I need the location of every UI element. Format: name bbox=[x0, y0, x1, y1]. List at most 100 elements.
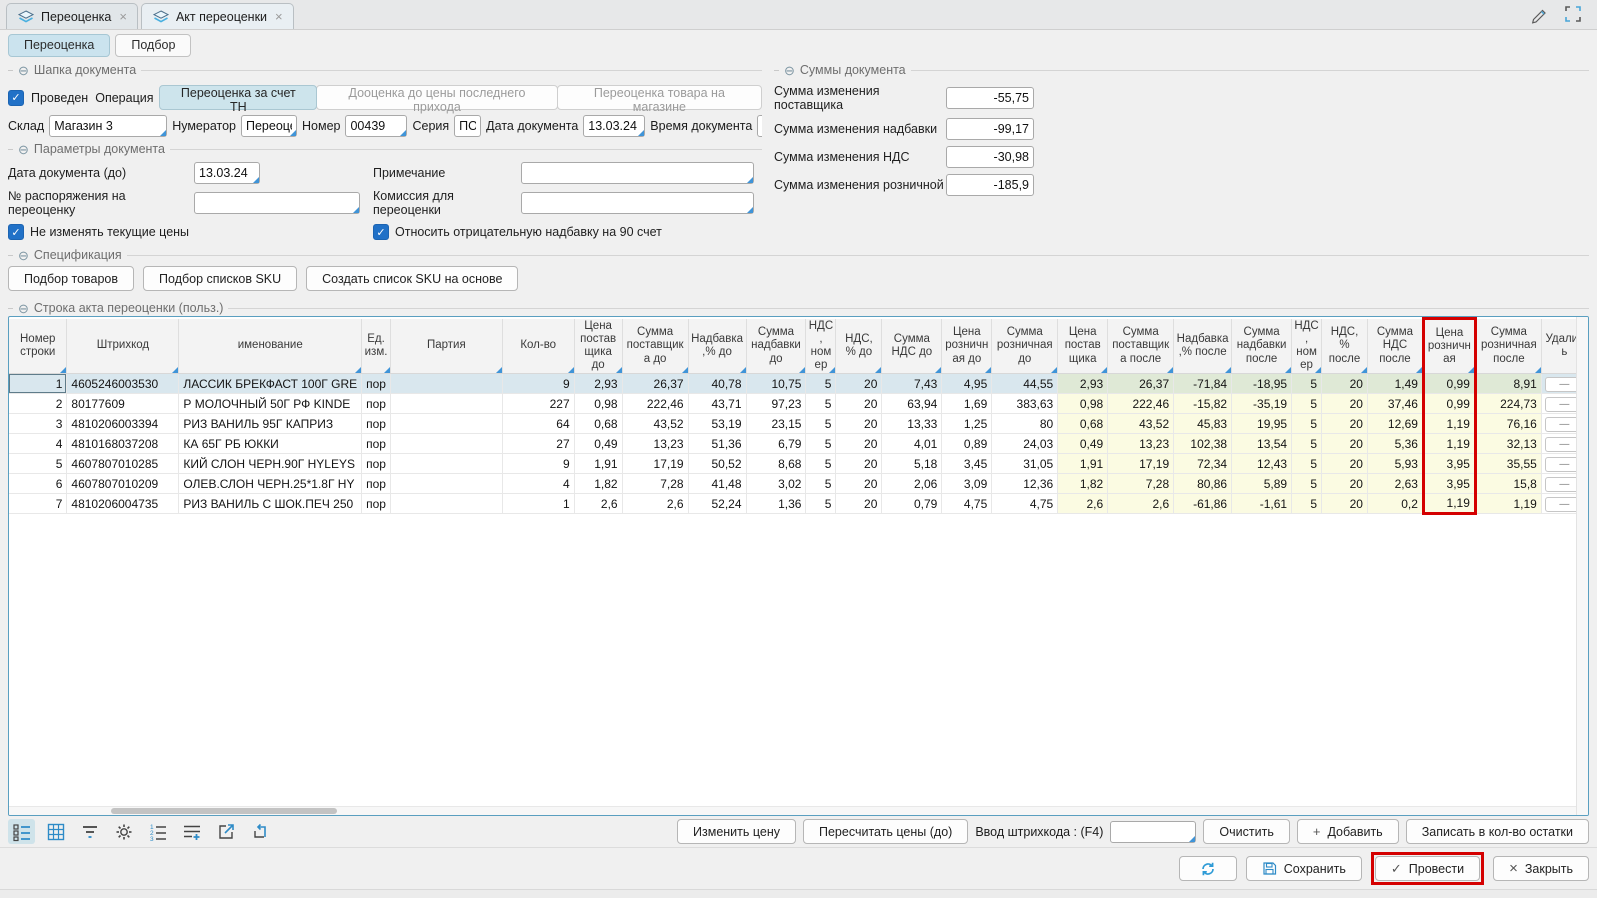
table-cell[interactable]: 76,16 bbox=[1475, 414, 1541, 434]
table-cell[interactable] bbox=[390, 434, 502, 454]
table-cell[interactable]: 1,19 bbox=[1423, 434, 1475, 454]
doc-date-input[interactable] bbox=[583, 115, 645, 137]
column-header-16[interactable]: Цена поставщика bbox=[1058, 319, 1108, 374]
table-cell[interactable]: 0,98 bbox=[574, 394, 622, 414]
table-cell[interactable]: 0,49 bbox=[1058, 434, 1108, 454]
table-cell[interactable]: 4607807010209 bbox=[67, 474, 179, 494]
table-cell[interactable]: 1,25 bbox=[942, 414, 992, 434]
table-cell[interactable]: 2,06 bbox=[882, 474, 942, 494]
table-cell[interactable]: 2,93 bbox=[574, 374, 622, 394]
table-cell[interactable]: 0,98 bbox=[1058, 394, 1108, 414]
table-cell[interactable]: 17,19 bbox=[622, 454, 688, 474]
table-cell[interactable]: 0,99 bbox=[1423, 374, 1475, 394]
table-cell[interactable]: 2,6 bbox=[1108, 494, 1174, 514]
table-cell[interactable]: 2,6 bbox=[622, 494, 688, 514]
table-cell[interactable]: 2,6 bbox=[574, 494, 622, 514]
table-cell[interactable]: 5 bbox=[1292, 454, 1322, 474]
table-row[interactable]: 34810206003394РИЗ ВАНИЛЬ 95Г КАПРИЗпор64… bbox=[9, 414, 1588, 434]
column-header-17[interactable]: Сумма поставщика после bbox=[1108, 319, 1174, 374]
table-cell[interactable]: 1,36 bbox=[746, 494, 806, 514]
table-cell[interactable]: 7 bbox=[9, 494, 67, 514]
table-cell[interactable]: 20 bbox=[1322, 434, 1368, 454]
table-cell[interactable]: 9 bbox=[502, 374, 574, 394]
table-cell[interactable]: 80 bbox=[992, 414, 1058, 434]
table-cell[interactable]: 4810206003394 bbox=[67, 414, 179, 434]
keep-prices-checkbox[interactable]: ✓ bbox=[8, 224, 24, 240]
refresh-button[interactable] bbox=[1179, 856, 1237, 881]
table-cell[interactable]: РИЗ ВАНИЛЬ 95Г КАПРИЗ bbox=[179, 414, 362, 434]
table-cell[interactable]: 0,68 bbox=[1058, 414, 1108, 434]
date-to-input[interactable] bbox=[194, 162, 260, 184]
table-cell[interactable]: -61,86 bbox=[1174, 494, 1232, 514]
column-header-6[interactable]: Кол-во bbox=[502, 319, 574, 374]
table-cell[interactable]: 27 bbox=[502, 434, 574, 454]
table-cell[interactable]: 5,36 bbox=[1367, 434, 1423, 454]
number-input[interactable] bbox=[345, 115, 407, 137]
table-cell[interactable]: -35,19 bbox=[1232, 394, 1292, 414]
column-header-21[interactable]: НДС, % после bbox=[1322, 319, 1368, 374]
table-cell[interactable]: 4,01 bbox=[882, 434, 942, 454]
table-cell[interactable]: 32,13 bbox=[1475, 434, 1541, 454]
table-cell[interactable]: 4,75 bbox=[942, 494, 992, 514]
edit-pencil-icon[interactable] bbox=[1529, 4, 1549, 24]
table-cell[interactable]: 20 bbox=[836, 494, 882, 514]
table-cell[interactable]: 5 bbox=[1292, 494, 1322, 514]
table-cell[interactable]: 2,6 bbox=[1058, 494, 1108, 514]
table-cell[interactable]: 9 bbox=[502, 454, 574, 474]
table-cell[interactable]: 72,34 bbox=[1174, 454, 1232, 474]
table-cell[interactable]: -1,61 bbox=[1232, 494, 1292, 514]
table-cell[interactable]: 20 bbox=[836, 454, 882, 474]
column-header-22[interactable]: Сумма НДС после bbox=[1367, 319, 1423, 374]
column-header-1[interactable]: Номер строки bbox=[9, 319, 67, 374]
table-cell[interactable]: 13,23 bbox=[1108, 434, 1174, 454]
order-input[interactable] bbox=[194, 192, 360, 214]
table-cell[interactable]: 0,99 bbox=[1423, 394, 1475, 414]
table-cell[interactable]: 20 bbox=[1322, 374, 1368, 394]
table-cell[interactable]: 5 bbox=[806, 374, 836, 394]
table-row[interactable]: 74810206004735РИЗ ВАНИЛЬ С ШОК.ПЕЧ 250по… bbox=[9, 494, 1588, 514]
operation-mode-2[interactable]: Дооценка до цены последнего прихода bbox=[316, 85, 558, 110]
clear-button[interactable]: Очистить bbox=[1203, 819, 1289, 844]
column-header-7[interactable]: Цена поставщика до bbox=[574, 319, 622, 374]
collapse-icon[interactable]: ⊖ bbox=[18, 64, 29, 77]
table-cell[interactable]: пор bbox=[362, 414, 391, 434]
collapse-icon[interactable]: ⊖ bbox=[18, 249, 29, 262]
table-cell[interactable]: 0,68 bbox=[574, 414, 622, 434]
table-cell[interactable]: 5 bbox=[1292, 374, 1322, 394]
table-cell[interactable]: пор bbox=[362, 454, 391, 474]
fullscreen-icon[interactable] bbox=[1563, 4, 1583, 24]
table-cell[interactable]: ОЛЕВ.СЛОН ЧЕРН.25*1.8Г HY bbox=[179, 474, 362, 494]
table-cell[interactable]: 3,45 bbox=[942, 454, 992, 474]
table-cell[interactable]: 64 bbox=[502, 414, 574, 434]
table-cell[interactable]: 8,91 bbox=[1475, 374, 1541, 394]
table-cell[interactable]: 6 bbox=[9, 474, 67, 494]
operation-mode-3[interactable]: Переоценка товара на магазине bbox=[557, 85, 762, 110]
sum-value-3[interactable] bbox=[946, 146, 1034, 168]
table-row[interactable]: 44810168037208КА 65Г РБ ЮККИпор270,4913,… bbox=[9, 434, 1588, 454]
table-cell[interactable]: 5 bbox=[806, 414, 836, 434]
table-cell[interactable]: 5 bbox=[806, 434, 836, 454]
tab-podbor[interactable]: Подбор bbox=[115, 34, 191, 57]
save-button[interactable]: Сохранить bbox=[1246, 856, 1362, 881]
table-cell[interactable]: 12,69 bbox=[1367, 414, 1423, 434]
table-cell[interactable]: 20 bbox=[836, 394, 882, 414]
table-cell[interactable]: Р МОЛОЧНЫЙ 50Г РФ KINDE bbox=[179, 394, 362, 414]
table-cell[interactable]: 0,2 bbox=[1367, 494, 1423, 514]
column-header-5[interactable]: Партия bbox=[390, 319, 502, 374]
note-input[interactable] bbox=[521, 162, 754, 184]
table-cell[interactable]: 53,19 bbox=[688, 414, 746, 434]
numerator-input[interactable] bbox=[241, 115, 297, 137]
table-row[interactable]: 64607807010209ОЛЕВ.СЛОН ЧЕРН.25*1.8Г HYп… bbox=[9, 474, 1588, 494]
table-cell[interactable]: 15,8 bbox=[1475, 474, 1541, 494]
column-header-20[interactable]: НДС, номер bbox=[1292, 319, 1322, 374]
table-cell[interactable]: 3,95 bbox=[1423, 454, 1475, 474]
table-cell[interactable]: 5 bbox=[806, 394, 836, 414]
table-cell[interactable]: 224,73 bbox=[1475, 394, 1541, 414]
column-header-10[interactable]: Сумма надбавки до bbox=[746, 319, 806, 374]
tab-pereocenka[interactable]: Переоценка bbox=[8, 34, 110, 57]
column-header-13[interactable]: Сумма НДС до bbox=[882, 319, 942, 374]
table-cell[interactable]: 2 bbox=[9, 394, 67, 414]
table-cell[interactable]: 40,78 bbox=[688, 374, 746, 394]
edit-price-button[interactable]: Изменить цену bbox=[677, 819, 796, 844]
table-cell[interactable]: 1,49 bbox=[1367, 374, 1423, 394]
